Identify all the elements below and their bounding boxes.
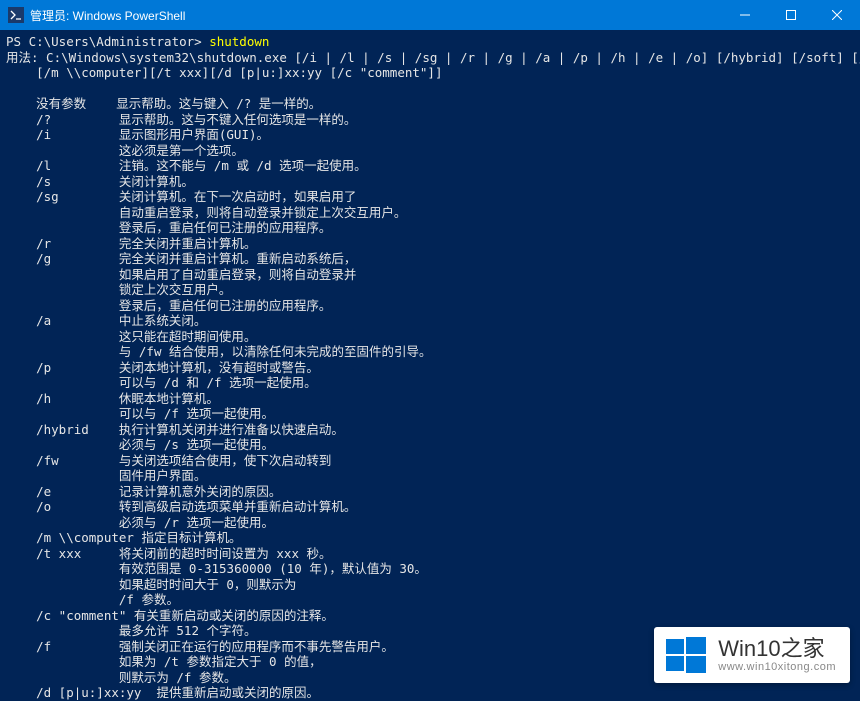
maximize-button[interactable] xyxy=(768,0,814,30)
minimize-button[interactable] xyxy=(722,0,768,30)
titlebar[interactable]: 管理员: Windows PowerShell xyxy=(0,0,860,30)
window-title: 管理员: Windows PowerShell xyxy=(30,7,722,24)
close-button[interactable] xyxy=(814,0,860,30)
windows-logo-icon xyxy=(664,633,708,677)
watermark-text: Win10之家 www.win10xitong.com xyxy=(718,637,836,673)
watermark: Win10之家 www.win10xitong.com xyxy=(654,627,850,683)
terminal-output[interactable]: PS C:\Users\Administrator> shutdown 用法: … xyxy=(0,30,860,701)
powershell-window: 管理员: Windows PowerShell PS C:\Users\Admi… xyxy=(0,0,860,701)
window-controls xyxy=(722,0,860,30)
watermark-url: www.win10xitong.com xyxy=(718,661,836,673)
powershell-icon xyxy=(8,7,24,23)
watermark-title: Win10之家 xyxy=(718,637,836,661)
